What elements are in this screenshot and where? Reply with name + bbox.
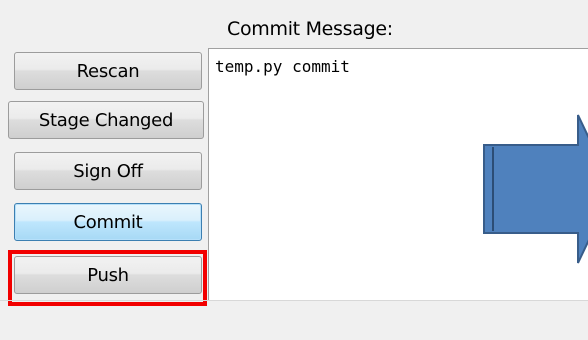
stage-changed-button[interactable]: Stage Changed bbox=[8, 101, 204, 139]
arrow-shape bbox=[483, 114, 588, 264]
git-gui-commit-area: Commit Message: Rescan Stage Changed Sig… bbox=[0, 0, 588, 340]
right-arrow-icon bbox=[483, 114, 588, 264]
sign-off-button[interactable]: Sign Off bbox=[14, 152, 202, 190]
rescan-button[interactable]: Rescan bbox=[14, 52, 202, 90]
panel-divider bbox=[0, 300, 588, 301]
commit-button[interactable]: Commit bbox=[14, 203, 202, 241]
push-button[interactable]: Push bbox=[14, 256, 202, 294]
commit-message-label: Commit Message: bbox=[227, 18, 393, 40]
